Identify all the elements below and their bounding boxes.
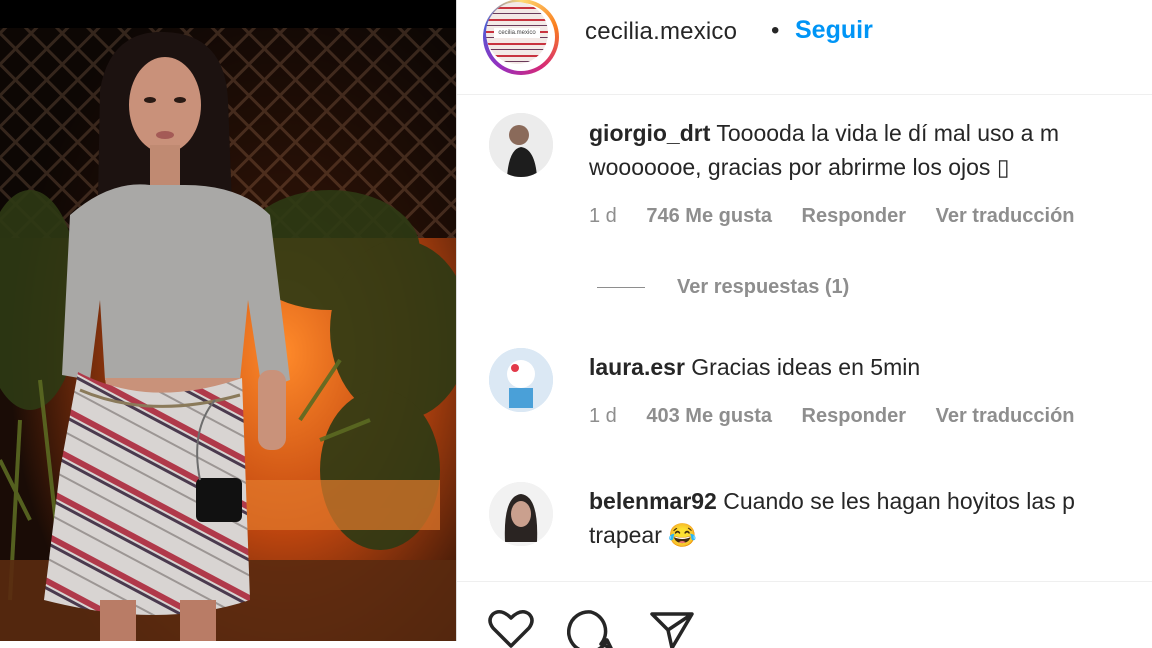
post-photo (0, 0, 456, 641)
comment-text: belenmar92 Cuando se les hagan hoyitos l… (589, 484, 1075, 552)
post-username[interactable]: cecilia.mexico (585, 18, 737, 46)
comment-time: 1 d (589, 205, 617, 227)
heart-icon[interactable] (487, 608, 535, 648)
comment-meta: 1 d 746 Me gusta Responder Ver traducció… (589, 205, 1099, 228)
commenter-avatar[interactable] (489, 348, 553, 412)
comment-body-cont: trapear 😂 (589, 522, 697, 548)
send-icon[interactable] (648, 608, 696, 648)
reply-button[interactable]: Responder (802, 205, 906, 227)
replies-line (597, 287, 645, 289)
follow-button[interactable]: Seguir (795, 16, 873, 45)
comment-username[interactable]: laura.esr (589, 354, 685, 380)
comment-meta: 1 d 403 Me gusta Responder Ver traducció… (589, 405, 1099, 428)
commenter-avatar[interactable] (489, 482, 553, 546)
translate-button[interactable]: Ver traducción (936, 205, 1075, 227)
comment-likes[interactable]: 746 Me gusta (646, 205, 772, 227)
comment-username[interactable]: belenmar92 (589, 488, 717, 514)
comments-panel: cecilia.mexico cecilia.mexico • Seguir g… (456, 0, 1152, 648)
avatar-logo-text: cecilia.mexico (494, 28, 540, 38)
profile-avatar[interactable]: cecilia.mexico (483, 0, 559, 75)
separator-dot: • (771, 17, 780, 44)
comment-username[interactable]: giorgio_drt (589, 120, 710, 146)
comment-time: 1 d (589, 405, 617, 427)
view-replies-label: Ver respuestas (1) (677, 276, 850, 298)
comment-body: Tooooda la vida le dí mal uso a m (716, 120, 1060, 146)
comment-body: Gracias ideas en 5min (691, 354, 921, 380)
post-actions (487, 608, 724, 648)
actions-divider (457, 581, 1152, 582)
comment-body-cont: wooooooe, gracias por abrirme los ojos ▯ (589, 154, 1010, 180)
comment-bubble-icon[interactable] (567, 608, 615, 648)
comment-body: Cuando se les hagan hoyitos las p (723, 488, 1075, 514)
comment-likes[interactable]: 403 Me gusta (646, 405, 772, 427)
reply-button[interactable]: Responder (802, 405, 906, 427)
comment-text: giorgio_drt Tooooda la vida le dí mal us… (589, 116, 1059, 184)
view-replies-button[interactable]: Ver respuestas (1) (597, 276, 849, 299)
translate-button[interactable]: Ver traducción (936, 405, 1075, 427)
comment-text: laura.esr Gracias ideas en 5min (589, 350, 920, 384)
post-header: cecilia.mexico cecilia.mexico • Seguir (457, 0, 1152, 95)
commenter-avatar[interactable] (489, 113, 553, 177)
